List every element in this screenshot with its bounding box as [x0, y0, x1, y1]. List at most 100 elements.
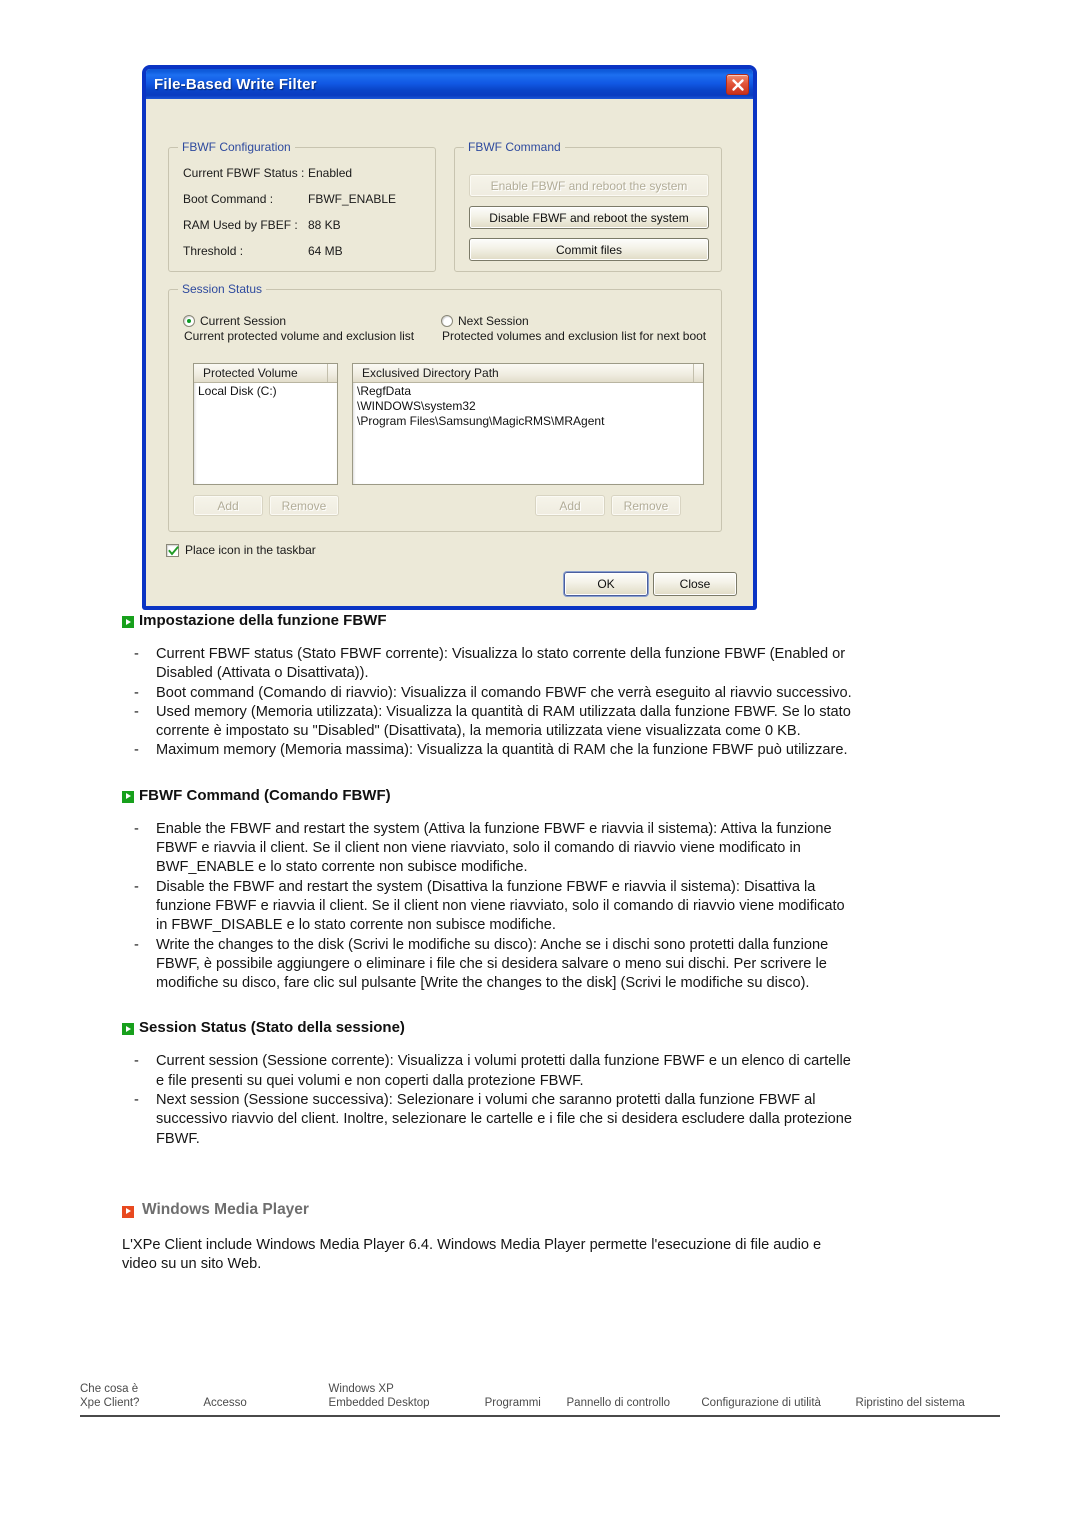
close-button[interactable]: Close — [653, 572, 737, 596]
list-item[interactable]: \RegfData — [353, 384, 703, 399]
windows-media-player-paragraph: L'XPe Client include Windows Media Playe… — [122, 1236, 822, 1273]
commit-files-button[interactable]: Commit files — [469, 238, 709, 261]
place-icon-taskbar-row[interactable]: Place icon in the taskbar — [166, 543, 316, 557]
place-icon-taskbar-checkbox[interactable] — [166, 543, 179, 557]
footer-items: Che cosa è Xpe Client? Accesso Windows X… — [80, 1382, 1000, 1415]
section1-list: - Current FBWF status (Stato FBWF corrent… — [0, 645, 1080, 761]
config-label-boot-command: Boot Command : — [183, 192, 274, 206]
list-item[interactable]: Local Disk (C:) — [194, 384, 337, 399]
fbwf-configuration-group: FBWF Configuration Current FBWF Status :… — [168, 140, 436, 272]
excluded-directory-header-row[interactable]: Exclusived Directory Path — [353, 364, 703, 383]
disable-fbwf-button[interactable]: Disable FBWF and reboot the system — [469, 206, 709, 229]
dialog-body: FBWF Configuration Current FBWF Status :… — [146, 99, 753, 606]
remove-path-button[interactable]: Remove — [611, 495, 681, 516]
column-resize-grip[interactable] — [327, 364, 337, 382]
config-value-ram-used: 88 KB — [308, 218, 341, 232]
dash-marker: - — [134, 684, 139, 701]
section-heading-label: Windows Media Player — [142, 1200, 309, 1218]
list-item-text: Disable the FBWF and restart the system … — [156, 878, 845, 934]
config-value-threshold: 64 MB — [308, 244, 343, 258]
list-item-text: Enable the FBWF and restart the system (… — [156, 820, 832, 876]
excluded-directory-listbox[interactable]: Exclusived Directory Path \RegfData \WIN… — [352, 363, 704, 485]
document-content: Impostazione della funzione FBWF - Curren… — [0, 612, 1080, 1275]
list-item-text: Used memory (Memoria utilizzata): Visual… — [156, 703, 851, 740]
list-item-label: Local Disk (C:) — [198, 384, 277, 398]
config-label-status: Current FBWF Status : — [183, 166, 305, 180]
excluded-directory-items: \RegfData \WINDOWS\system32 \Program Fil… — [353, 383, 703, 429]
current-session-radio[interactable] — [183, 315, 195, 327]
config-label-threshold: Threshold : — [183, 244, 244, 258]
next-session-label: Next Session — [458, 314, 529, 328]
dialog-title: File-Based Write Filter — [154, 75, 317, 93]
fbwf-configuration-legend: FBWF Configuration — [178, 140, 295, 154]
dialog-titlebar[interactable]: File-Based Write Filter — [146, 69, 753, 99]
config-value-boot-command: FBWF_ENABLE — [308, 192, 397, 206]
list-item: - Current FBWF status (Stato FBWF corrent… — [134, 645, 856, 684]
session-status-legend: Session Status — [178, 282, 267, 296]
place-icon-taskbar-label: Place icon in the taskbar — [185, 543, 316, 557]
list-item-text: Current session (Sessione corrente): Vis… — [156, 1053, 851, 1089]
footer-item-system-restore[interactable]: Ripristino del sistema — [856, 1396, 1001, 1410]
dash-marker: - — [134, 1053, 139, 1070]
protected-volume-header-row[interactable]: Protected Volume — [194, 364, 337, 383]
footer-item-control-panel[interactable]: Pannello di controllo — [567, 1396, 702, 1410]
list-item: - Enable the FBWF and restart the system … — [134, 820, 856, 878]
list-item: - Disable the FBWF and restart the system… — [134, 878, 856, 936]
list-item-text: Boot command (Comando di riavvio): Visua… — [156, 684, 852, 701]
fbwf-command-legend: FBWF Command — [464, 140, 565, 154]
column-resize-grip[interactable] — [693, 364, 703, 382]
config-value-status: Enabled — [308, 166, 353, 180]
list-item[interactable]: \Program Files\Samsung\MagicRMS\MRAgent — [353, 414, 703, 429]
list-item: - Write the changes to the disk (Scrivi l… — [134, 936, 856, 994]
current-session-label: Current Session — [200, 314, 287, 328]
protected-volume-header: Protected Volume — [203, 366, 298, 380]
section-heading-fbwf-command: FBWF Command (Comando FBWF) — [122, 787, 1080, 804]
dash-marker: - — [134, 878, 139, 895]
footer-item-utility-configuration[interactable]: Configurazione di utilità — [701, 1396, 855, 1410]
section-heading-label: FBWF Command (Comando FBWF) — [139, 786, 391, 804]
dash-marker: - — [134, 820, 139, 837]
arrow-bullet-icon — [122, 1023, 134, 1036]
footer-item-what-is-xpe-client[interactable]: Che cosa è Xpe Client? — [80, 1382, 203, 1410]
section-heading-session-status: Session Status (Stato della sessione) — [122, 1019, 1080, 1036]
remove-volume-button[interactable]: Remove — [269, 495, 339, 516]
list-item-text: Next session (Sessione successiva): Sele… — [156, 1092, 852, 1147]
arrow-bullet-icon — [122, 790, 134, 803]
close-icon[interactable] — [726, 73, 749, 95]
dash-marker: - — [134, 703, 139, 720]
section-heading-windows-media-player: Windows Media Player — [122, 1201, 1080, 1219]
list-item: - Current session (Sessione corrente): Vi… — [134, 1052, 856, 1091]
file-based-write-filter-dialog: File-Based Write Filter FBWF Configurati… — [143, 66, 756, 609]
add-path-button[interactable]: Add — [535, 495, 605, 516]
section3-list: - Current session (Sessione corrente): Vi… — [0, 1052, 1080, 1148]
enable-fbwf-button[interactable]: Enable FBWF and reboot the system — [469, 174, 709, 197]
list-item: - Next session (Sessione successiva): Sel… — [134, 1091, 856, 1149]
list-item[interactable]: \WINDOWS\system32 — [353, 399, 703, 414]
dash-marker: - — [134, 742, 139, 759]
footer-item-access[interactable]: Accesso — [203, 1396, 328, 1410]
protected-volume-items: Local Disk (C:) — [194, 383, 337, 399]
list-item: - Maximum memory (Memoria massima): Visua… — [134, 741, 856, 760]
list-item: - Used memory (Memoria utilizzata): Visua… — [134, 703, 856, 742]
footer-divider — [80, 1415, 1000, 1417]
current-session-description: Current protected volume and exclusion l… — [184, 329, 415, 343]
list-item: - Boot command (Comando di riavvio): Visu… — [134, 684, 856, 703]
list-item-text: Current FBWF status (Stato FBWF corrente… — [156, 646, 846, 682]
next-session-radio-block[interactable]: Next Session Protected volumes and exclu… — [441, 314, 706, 343]
config-label-ram-used: RAM Used by FBEF : — [183, 218, 298, 232]
next-session-radio[interactable] — [441, 315, 453, 327]
footer-item-programs[interactable]: Programmi — [485, 1396, 567, 1410]
ok-button[interactable]: OK — [564, 572, 648, 596]
excluded-directory-header: Exclusived Directory Path — [362, 366, 499, 380]
current-session-radio-block[interactable]: Current Session Current protected volume… — [183, 314, 414, 343]
dash-marker: - — [134, 936, 139, 953]
section-heading-label: Impostazione della funzione FBWF — [139, 612, 387, 629]
next-session-description: Protected volumes and exclusion list for… — [442, 329, 707, 343]
section-heading-fbwf-settings: Impostazione della funzione FBWF — [122, 612, 1080, 629]
protected-volume-listbox[interactable]: Protected Volume Local Disk (C:) — [193, 363, 338, 485]
dash-marker: - — [134, 646, 139, 662]
dash-marker: - — [134, 1092, 139, 1109]
fbwf-command-group: FBWF Command Enable FBWF and reboot the … — [454, 140, 722, 272]
add-volume-button[interactable]: Add — [193, 495, 263, 516]
footer-item-windows-xp-embedded-desktop[interactable]: Windows XP Embedded Desktop — [329, 1382, 485, 1410]
